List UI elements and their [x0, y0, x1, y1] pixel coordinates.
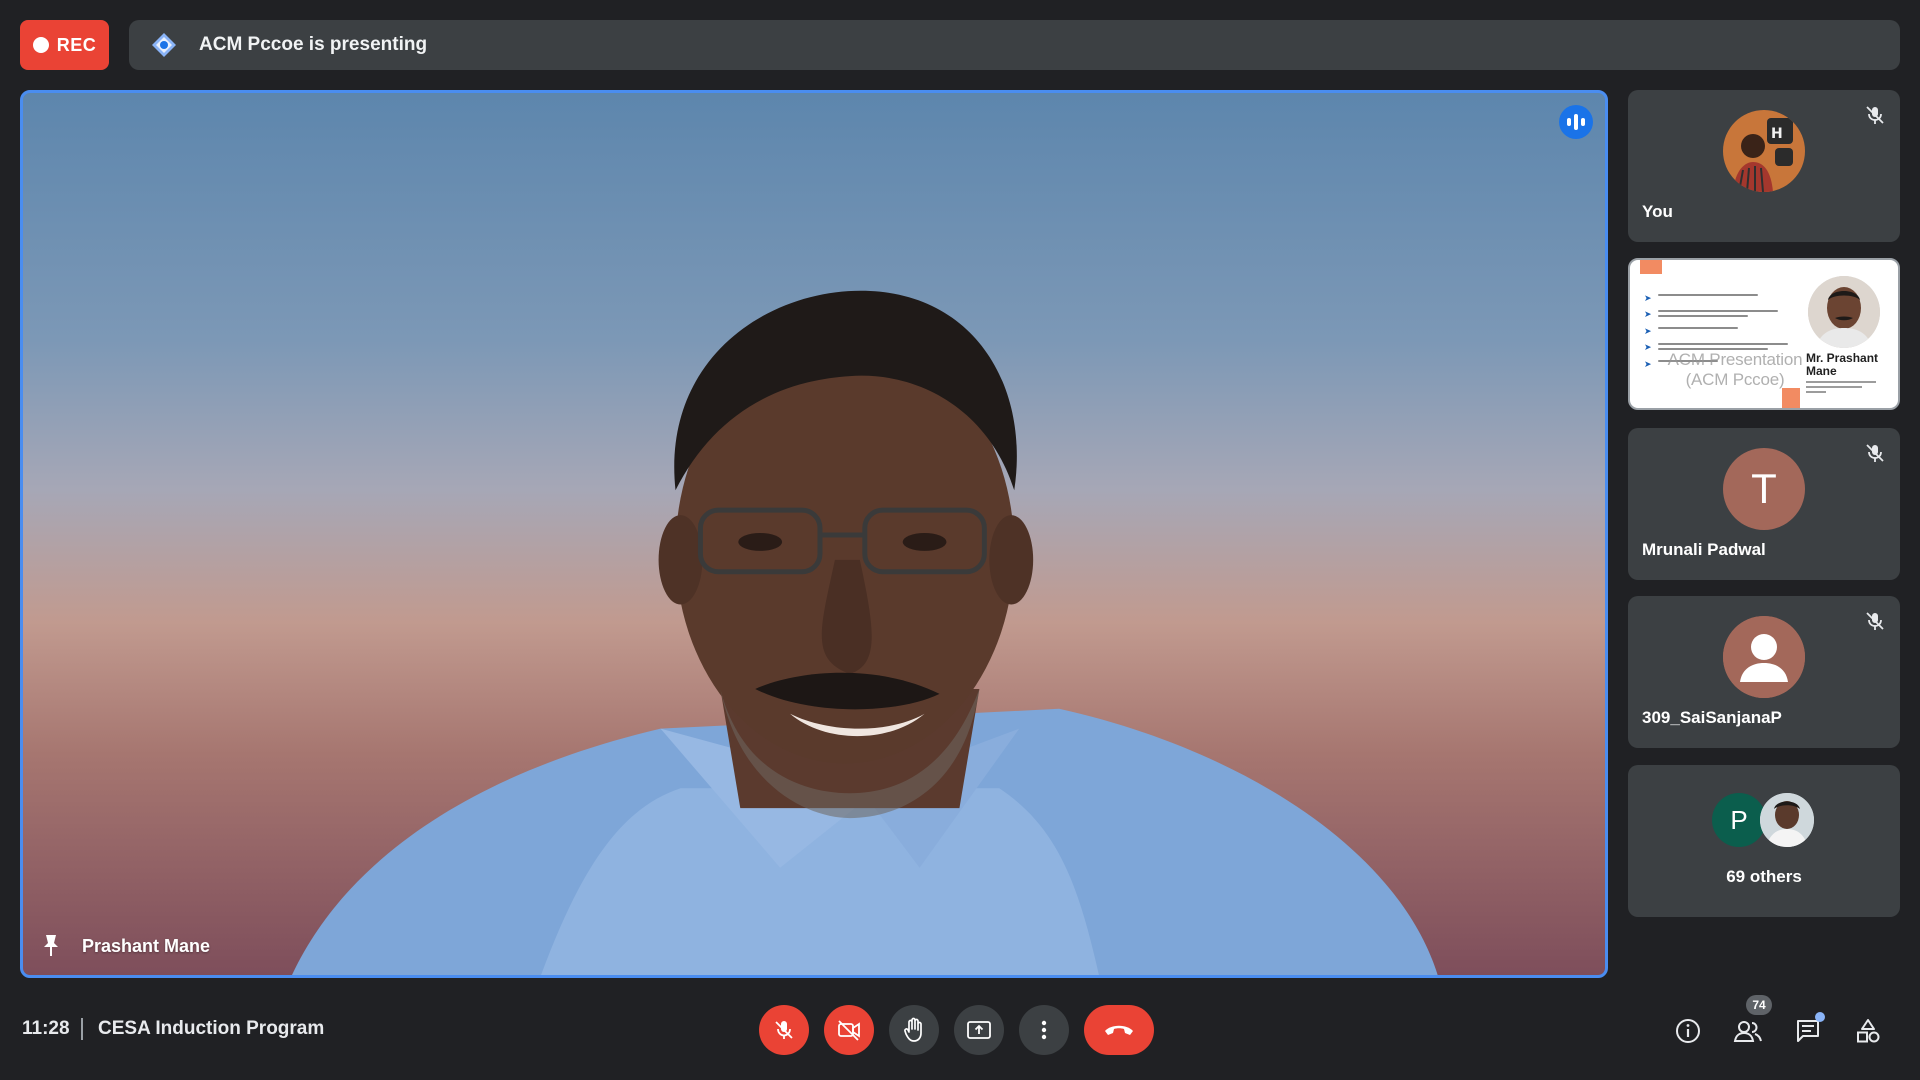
mic-off-icon — [1864, 442, 1886, 464]
avatar: H — [1723, 110, 1805, 192]
record-dot-icon — [32, 37, 49, 53]
presentation-tile[interactable]: ➤ ➤ ➤ ➤ ➤ ACM Presentation (ACM Pccoe) M… — [1628, 258, 1900, 410]
speaker-video-feed — [291, 290, 1438, 975]
avatar: P — [1712, 793, 1766, 847]
hand-icon — [904, 1017, 922, 1042]
mic-off-icon — [1864, 610, 1886, 632]
bottom-toolbar: 11:28 CESA Induction Program 74 — [0, 980, 1920, 1080]
participant-tile-mrunali-padwal[interactable]: T Mrunali Padwal — [1628, 428, 1900, 580]
present-screen-icon — [967, 1021, 991, 1039]
mic-off-icon — [1864, 104, 1886, 126]
slide-speaker-name: Mr. Prashant Mane — [1806, 352, 1898, 393]
participant-tile-you[interactable]: H You — [1628, 90, 1900, 242]
mic-off-icon — [775, 1021, 793, 1039]
avatar: T — [1723, 448, 1805, 530]
others-count-label: 69 others — [1726, 867, 1802, 886]
recording-label: REC — [56, 34, 97, 55]
present-button[interactable] — [954, 1005, 1004, 1055]
slide-accent — [1640, 260, 1662, 274]
presenter-logo-icon — [149, 30, 179, 60]
meet-window: REC ACM Pccoe is presenting Prashant Man… — [0, 0, 1920, 1080]
participant-name: You — [1642, 202, 1673, 221]
more-vert-icon — [1041, 1020, 1047, 1040]
people-icon[interactable] — [1732, 1015, 1764, 1047]
divider — [81, 1018, 83, 1040]
presenting-banner[interactable]: ACM Pccoe is presenting — [129, 20, 1900, 70]
meeting-time: 11:28 — [22, 1018, 70, 1039]
recording-badge[interactable]: REC — [20, 20, 109, 70]
more-options-button[interactable] — [1019, 1005, 1069, 1055]
videocam-off-icon — [838, 1020, 860, 1041]
chat-notification-dot — [1815, 1012, 1825, 1022]
slide-speaker-photo — [1808, 276, 1880, 348]
participant-count-badge: 74 — [1746, 995, 1772, 1015]
top-bar: REC ACM Pccoe is presenting — [0, 0, 1920, 88]
slide-accent — [1782, 388, 1800, 408]
person-icon — [1723, 616, 1805, 698]
raise-hand-button[interactable] — [889, 1005, 939, 1055]
speaking-indicator-icon — [1559, 105, 1593, 139]
presentation-overlay-label: ACM Presentation (ACM Pccoe) — [1667, 350, 1803, 389]
participant-name: 309_SaiSanjanaP — [1642, 708, 1782, 727]
activities-icon[interactable] — [1852, 1015, 1884, 1047]
pin-icon[interactable] — [37, 931, 65, 959]
leave-call-button[interactable] — [1084, 1005, 1154, 1055]
participant-name: Mrunali Padwal — [1642, 540, 1766, 559]
meeting-title: CESA Induction Program — [98, 1018, 325, 1039]
mic-off-button[interactable] — [759, 1005, 809, 1055]
info-icon[interactable] — [1672, 1015, 1704, 1047]
participant-tile-saisanjanap[interactable]: 309_SaiSanjanaP — [1628, 596, 1900, 748]
others-avatar-group: P — [1712, 793, 1816, 849]
svg-text:H: H — [1771, 126, 1783, 142]
call-end-icon — [1105, 1025, 1133, 1035]
main-video-tile[interactable]: Prashant Mane — [20, 90, 1608, 978]
others-tile[interactable]: P 69 others — [1628, 765, 1900, 917]
presenting-text: ACM Pccoe is presenting — [199, 34, 428, 55]
camera-off-button[interactable] — [824, 1005, 874, 1055]
speaker-name-label: Prashant Mane — [82, 936, 211, 956]
avatar — [1760, 793, 1814, 847]
